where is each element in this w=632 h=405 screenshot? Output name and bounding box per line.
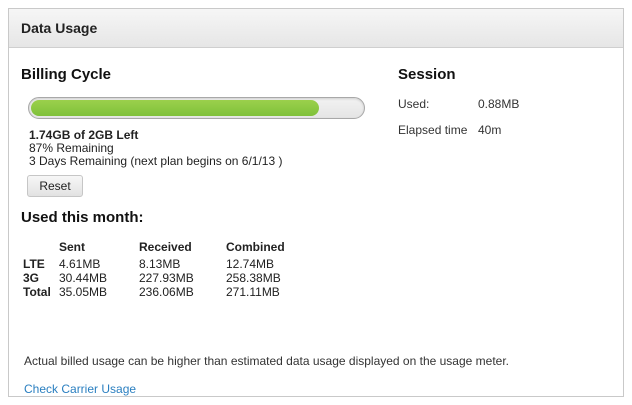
billing-cycle-heading: Billing Cycle — [21, 66, 112, 83]
check-carrier-usage-link[interactable]: Check Carrier Usage — [24, 382, 136, 396]
used-this-month-heading: Used this month: — [21, 209, 144, 226]
panel-title: Data Usage — [21, 20, 98, 36]
data-usage-panel: Data Usage Billing Cycle 1.74GB of 2GB L… — [8, 8, 624, 397]
days-remaining: 3 Days Remaining (next plan begins on 6/… — [29, 154, 283, 168]
session-section: Session Used: 0.88MB Elapsed time 40m — [398, 66, 608, 137]
cell-combined: 258.38MB — [226, 271, 281, 285]
col-header-received: Received — [139, 240, 192, 254]
billing-disclaimer: Actual billed usage can be higher than e… — [24, 354, 509, 368]
reset-button[interactable]: Reset — [27, 175, 83, 197]
session-elapsed-label: Elapsed time — [398, 123, 468, 137]
col-header-sent: Sent — [59, 240, 86, 254]
session-used-label: Used: — [398, 97, 430, 111]
cell-sent: 35.05MB — [59, 285, 108, 299]
row-label: LTE — [23, 257, 45, 271]
panel-header: Data Usage — [9, 9, 623, 48]
table-row: 3G 30.44MB 227.93MB 258.38MB — [23, 271, 316, 285]
session-heading: Session — [398, 66, 456, 83]
table-row: LTE 4.61MB 8.13MB 12.74MB — [23, 257, 316, 271]
billing-section: Billing Cycle 1.74GB of 2GB Left 87% Rem… — [21, 66, 381, 299]
data-usage-progress-bar — [28, 97, 365, 119]
cell-combined: 271.11MB — [226, 285, 280, 299]
row-label: Total — [23, 285, 51, 299]
session-elapsed-row: Elapsed time 40m — [398, 123, 608, 137]
cell-combined: 12.74MB — [226, 257, 275, 271]
cell-sent: 30.44MB — [59, 271, 108, 285]
col-header-combined: Combined — [226, 240, 285, 254]
session-used-row: Used: 0.88MB — [398, 97, 608, 111]
table-row: Total 35.05MB 236.06MB 271.11MB — [23, 285, 316, 299]
usage-table: Sent Received Combined LTE 4.61MB 8.13MB… — [23, 240, 316, 299]
cell-sent: 4.61MB — [59, 257, 101, 271]
col-header-blank — [23, 240, 59, 257]
cell-received: 227.93MB — [139, 271, 194, 285]
session-elapsed-value: 40m — [478, 123, 502, 137]
billing-summary: 1.74GB of 2GB Left 87% Remaining 3 Days … — [29, 129, 381, 168]
cell-received: 236.06MB — [139, 285, 194, 299]
session-used-value: 0.88MB — [478, 97, 520, 111]
row-label: 3G — [23, 271, 40, 285]
panel-content: Billing Cycle 1.74GB of 2GB Left 87% Rem… — [9, 48, 623, 396]
progress-fill — [31, 100, 319, 116]
usage-table-header: Sent Received Combined — [23, 240, 316, 257]
cell-received: 8.13MB — [139, 257, 181, 271]
